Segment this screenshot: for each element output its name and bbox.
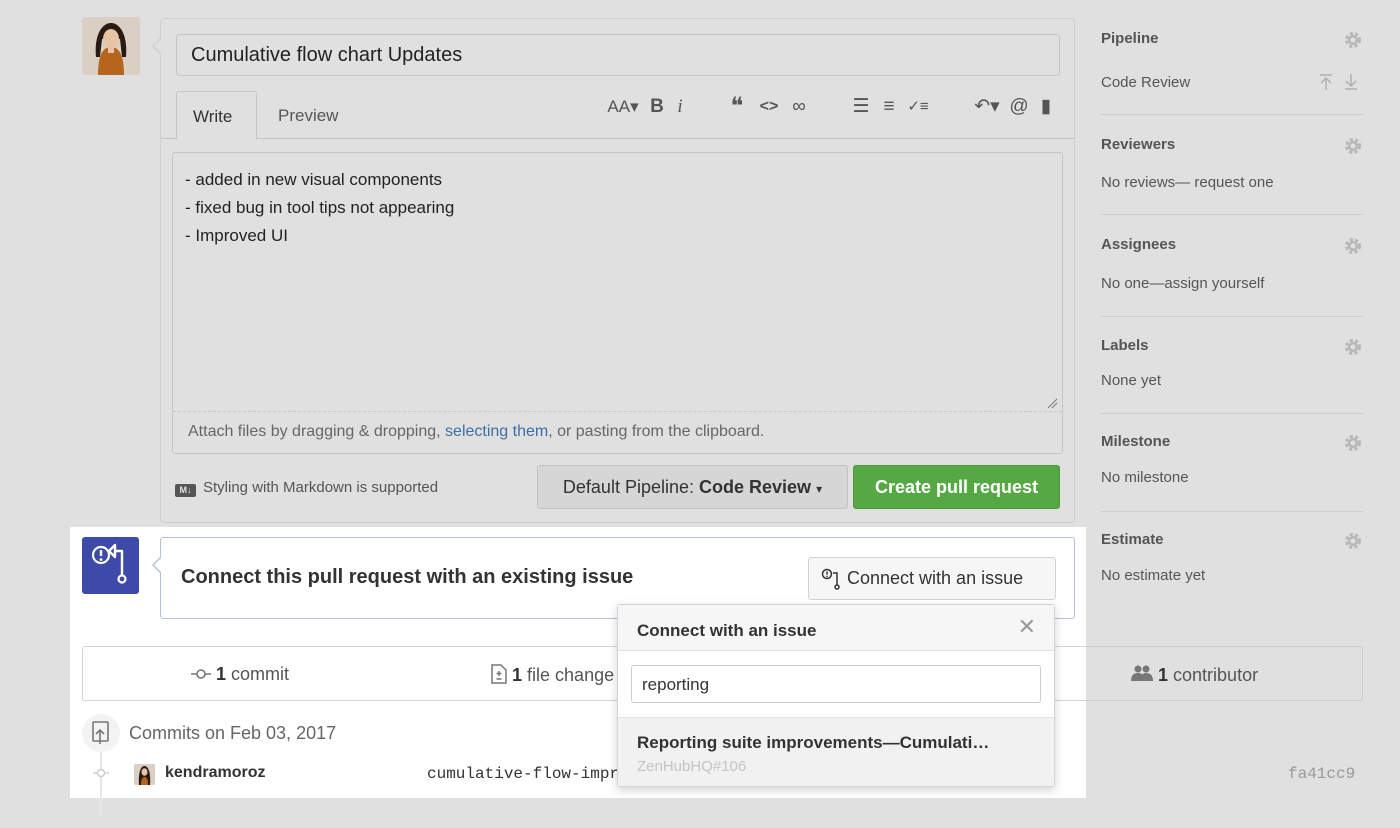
- contributors-cell: 1 contributor: [1086, 646, 1363, 701]
- markdown-icon: M↓: [175, 484, 196, 497]
- commits-badge: [82, 714, 120, 752]
- sidebar-heading: Reviewers: [1101, 136, 1176, 153]
- sidebar-heading: Labels: [1101, 337, 1149, 354]
- tab-write[interactable]: Write: [176, 91, 257, 140]
- reply-icon[interactable]: ↶▾: [971, 95, 1003, 119]
- commits-date-heading: Commits on Feb 03, 2017: [129, 723, 337, 743]
- connect-button-label: Connect with an issue: [847, 568, 1024, 588]
- connect-issue-dropdown: Connect with an issue ✕ reporting Report…: [617, 604, 1055, 787]
- body-line: - added in new visual components: [185, 170, 443, 189]
- sidebar-value[interactable]: No one—assign yourself: [1101, 275, 1264, 292]
- attach-prefix: Attach files by dragging & dropping,: [188, 423, 446, 440]
- issue-result-title: Reporting suite improvements—Cumulati…: [637, 733, 990, 752]
- connect-with-issue-button[interactable]: Connect with an issue: [808, 557, 1056, 600]
- code-icon[interactable]: <>: [757, 95, 781, 119]
- contributors-count: 1: [1158, 665, 1169, 685]
- sidebar-heading: Assignees: [1101, 236, 1177, 253]
- select-files-link[interactable]: selecting them: [445, 423, 548, 440]
- people-icon: [1131, 665, 1153, 681]
- link-icon[interactable]: ∞: [787, 95, 811, 119]
- attach-files-hint: Attach files by dragging & dropping, sel…: [188, 423, 764, 441]
- gear-icon[interactable]: [1343, 30, 1363, 50]
- sidebar-value: Code Review: [1101, 74, 1191, 91]
- sidebar-heading: Milestone: [1101, 433, 1171, 450]
- body-line: - fixed bug in tool tips not appearing: [185, 198, 455, 217]
- commits-label: commit: [226, 664, 290, 684]
- issue-search-input[interactable]: reporting: [631, 665, 1041, 703]
- connect-issue-title: Connect this pull request with an existi…: [181, 566, 634, 588]
- issue-result-item[interactable]: Reporting suite improvements—Cumulati… Z…: [618, 717, 1054, 786]
- repo-push-icon: [92, 721, 109, 744]
- commit-sha[interactable]: fa41cc9: [1288, 765, 1355, 783]
- body-line: - Improved UI: [185, 226, 288, 245]
- sidebar-value: No milestone: [1101, 469, 1189, 486]
- sidebar-value[interactable]: No reviews— request one: [1101, 174, 1274, 191]
- commit-timeline: [100, 752, 102, 818]
- text-size-icon[interactable]: AA▾: [605, 95, 641, 119]
- sidebar-heading: Pipeline: [1101, 30, 1159, 47]
- move-to-bottom-icon[interactable]: [1342, 73, 1360, 91]
- pipeline-prefix: Default Pipeline:: [562, 477, 699, 497]
- connect-issue-icon: [821, 568, 840, 590]
- commit-node-icon: [93, 768, 109, 778]
- file-diff-icon: [491, 664, 507, 684]
- commit-icon: [191, 669, 211, 679]
- divider: [1101, 114, 1363, 115]
- sidebar-heading: Estimate: [1101, 531, 1164, 548]
- tab-preview[interactable]: Preview: [262, 91, 354, 139]
- sidebar-value: None yet: [1101, 372, 1162, 389]
- issue-result-ref: ZenHubHQ#106: [637, 758, 747, 775]
- commit-author-avatar[interactable]: [134, 764, 155, 785]
- pr-title-input[interactable]: Cumulative flow chart Updates: [176, 34, 1060, 76]
- zenhub-connect-icon: [82, 537, 139, 594]
- divider: [1101, 413, 1363, 414]
- mention-icon[interactable]: @: [1008, 95, 1030, 119]
- task-list-icon[interactable]: ✓≡: [905, 95, 931, 119]
- attach-suffix: , or pasting from the clipboard.: [548, 423, 765, 440]
- italic-icon[interactable]: i: [674, 95, 686, 119]
- attach-divider: [173, 411, 1062, 412]
- commit-message[interactable]: cumulative-flow-impr: [427, 765, 619, 783]
- numbered-list-icon[interactable]: ≡: [879, 95, 899, 119]
- author-avatar: [82, 17, 140, 75]
- markdown-note-text: Styling with Markdown is supported: [203, 479, 439, 496]
- chevron-down-icon: ▾: [816, 482, 823, 496]
- commit-author[interactable]: kendramoroz: [165, 764, 265, 782]
- bold-icon[interactable]: B: [649, 95, 665, 119]
- pipeline-value: Code Review: [699, 477, 812, 497]
- quote-icon[interactable]: ❝: [726, 95, 748, 119]
- files-stat[interactable]: 1 file change: [491, 664, 614, 686]
- gear-icon[interactable]: [1343, 236, 1363, 256]
- pr-body-textarea[interactable]: - added in new visual components - fixed…: [172, 152, 1063, 454]
- commits-stat[interactable]: 1 commit: [191, 664, 289, 685]
- dropdown-title: Connect with an issue: [637, 621, 817, 640]
- divider: [1101, 316, 1363, 317]
- move-to-top-icon[interactable]: [1317, 73, 1335, 91]
- gear-icon[interactable]: [1343, 337, 1363, 357]
- divider: [1101, 214, 1363, 215]
- contributors-stat[interactable]: 1 contributor: [1131, 664, 1258, 686]
- create-pull-request-button[interactable]: Create pull request: [853, 465, 1060, 509]
- bookmark-icon[interactable]: ▮: [1037, 95, 1055, 119]
- gear-icon[interactable]: [1343, 136, 1363, 156]
- files-label: file change: [522, 665, 615, 685]
- gear-icon[interactable]: [1343, 433, 1363, 453]
- files-count: 1: [512, 665, 523, 685]
- gear-icon[interactable]: [1343, 531, 1363, 551]
- pull-request-form: Cumulative flow chart Updates Write Prev…: [152, 18, 1075, 523]
- commits-count: 1: [216, 664, 227, 684]
- divider: [1101, 511, 1363, 512]
- dropdown-header: Connect with an issue ✕: [618, 605, 1054, 651]
- default-pipeline-dropdown[interactable]: Default Pipeline: Code Review ▾: [537, 465, 848, 509]
- resize-grip-icon[interactable]: [1046, 397, 1058, 409]
- sidebar-value: No estimate yet: [1101, 567, 1206, 584]
- bullet-list-icon[interactable]: ☰: [850, 95, 872, 119]
- close-icon[interactable]: ✕: [1018, 616, 1036, 638]
- markdown-note[interactable]: M↓ Styling with Markdown is supported: [175, 479, 438, 497]
- contributors-label: contributor: [1168, 665, 1259, 685]
